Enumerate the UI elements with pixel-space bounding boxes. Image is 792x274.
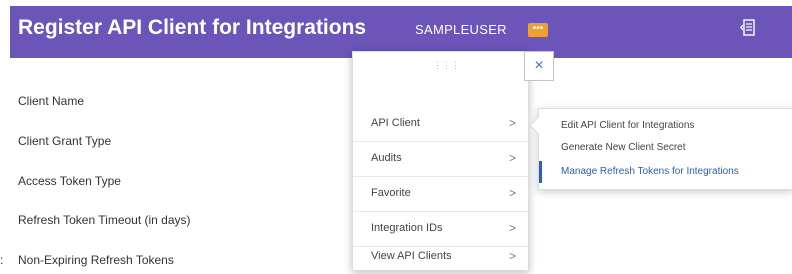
chevron-right-icon: > [508, 151, 516, 165]
menu-item-favorite[interactable]: Favorite > [353, 175, 528, 211]
page-title: Register API Client for Integrations [18, 16, 367, 39]
menu-item-label: View API Clients [371, 250, 452, 262]
menu-item-label: Audits [371, 152, 402, 164]
menu-item-label: Integration IDs [371, 222, 443, 234]
related-actions-menu: ⋮⋮⋮ API Client > Audits > Favorite > Int… [352, 51, 529, 271]
chevron-right-icon: > [508, 249, 516, 263]
menu-item-label: API Client [371, 117, 420, 129]
client-details-panel: Client Name Client Grant Type Access Tok… [10, 58, 410, 271]
export-button[interactable] [740, 18, 756, 38]
ellipsis-icon: ••• [532, 23, 544, 34]
drag-handle-icon[interactable]: ⋮⋮⋮ [433, 60, 460, 71]
user-name: SAMPLEUSER [415, 22, 507, 37]
chevron-right-icon: > [508, 186, 516, 200]
menu-item-api-client[interactable]: API Client > [353, 105, 528, 141]
api-client-submenu: Edit API Client for Integrations Generat… [538, 108, 792, 190]
left-fragment: : [0, 253, 4, 267]
field-label-non-expiring-refresh-tokens: Non-Expiring Refresh Tokens [18, 253, 174, 267]
chevron-right-icon: > [508, 116, 516, 130]
export-icon [740, 19, 755, 36]
related-actions-button[interactable]: ••• [528, 23, 548, 37]
submenu-item-generate-client-secret[interactable]: Generate New Client Secret [539, 137, 792, 159]
field-label-client-grant-type: Client Grant Type [18, 134, 112, 148]
menu-item-label: Favorite [371, 187, 411, 199]
field-label-client-name: Client Name [18, 94, 85, 108]
menu-item-view-api-clients[interactable]: View API Clients > [353, 238, 528, 274]
field-label-access-token-type: Access Token Type [18, 174, 121, 188]
submenu-item-edit-api-client[interactable]: Edit API Client for Integrations [539, 115, 792, 137]
submenu-item-manage-refresh-tokens[interactable]: Manage Refresh Tokens for Integrations [539, 161, 792, 183]
close-menu-button[interactable]: × [524, 51, 554, 81]
menu-item-audits[interactable]: Audits > [353, 140, 528, 176]
close-icon: × [534, 57, 544, 74]
field-label-refresh-token-timeout: Refresh Token Timeout (in days) [18, 213, 191, 227]
